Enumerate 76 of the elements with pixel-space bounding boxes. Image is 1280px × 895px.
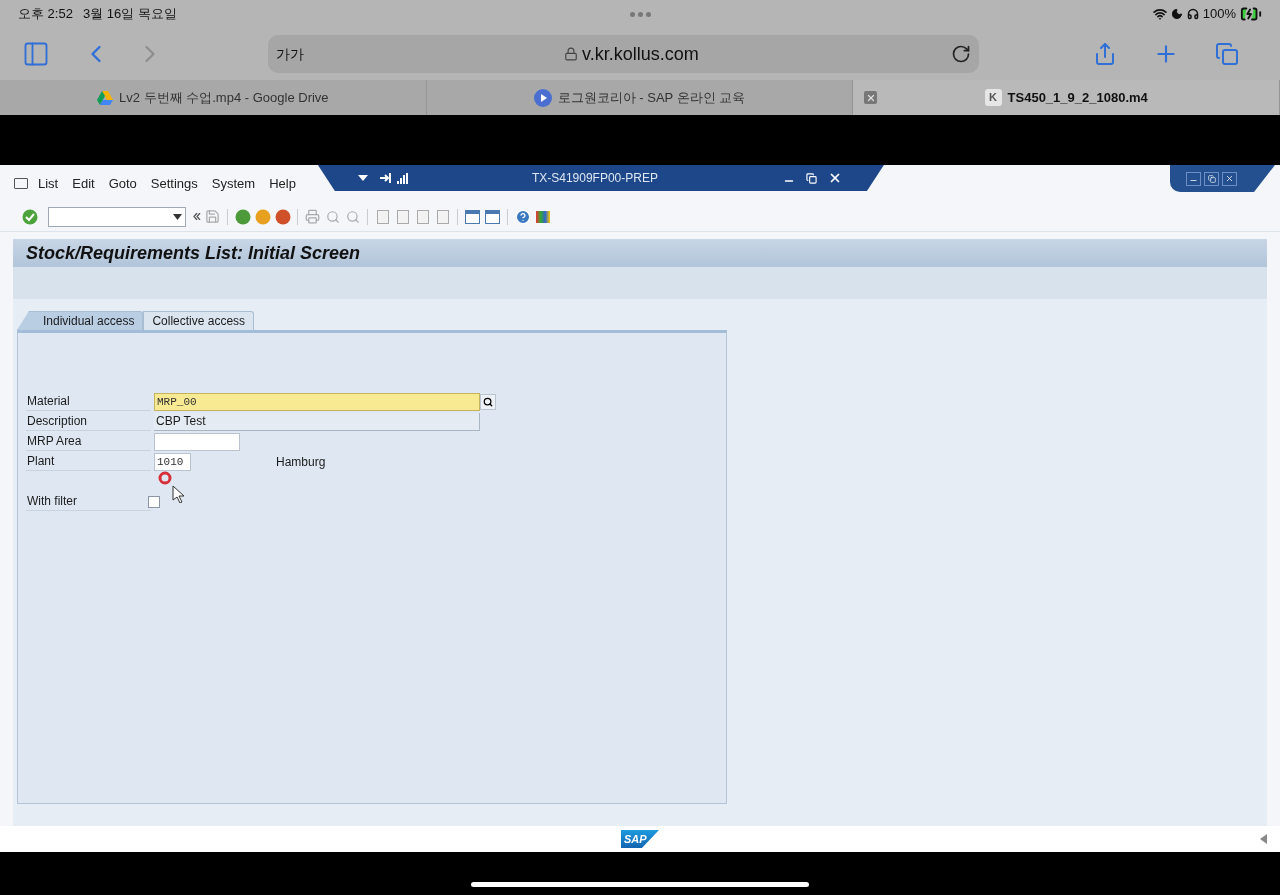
battery-percent: 100%: [1202, 5, 1236, 24]
find-next-icon[interactable]: [344, 208, 361, 225]
tab-title: TS450_1_9_2_1080.m4: [1007, 88, 1148, 107]
command-field[interactable]: [48, 206, 186, 227]
play-circle-icon: [533, 88, 552, 107]
dropdown-caret-icon[interactable]: [173, 213, 182, 220]
screen-tab[interactable]: Individual access: [17, 311, 144, 330]
tab-title: 로그원코리아 - SAP 온라인 교육: [557, 88, 746, 107]
double-chevron-icon[interactable]: [193, 213, 201, 220]
text-input[interactable]: 1010: [154, 452, 191, 471]
sidebar-icon[interactable]: [22, 40, 50, 68]
status-time: 오후 2:52: [18, 5, 73, 24]
menu-item[interactable]: Settings: [150, 173, 198, 194]
screen-tab[interactable]: Collective access: [143, 311, 255, 330]
status-expand-icon[interactable]: [1260, 834, 1267, 844]
restore-icon: [1207, 174, 1216, 183]
cancel-icon[interactable]: [274, 208, 291, 225]
dropdown-caret-icon[interactable]: [357, 175, 368, 181]
help-icon[interactable]: [514, 208, 531, 225]
field-label: Description: [26, 412, 151, 431]
site-letter-icon: K: [984, 89, 1002, 106]
more-dots-icon[interactable]: [629, 11, 651, 17]
headphones-icon: [1186, 8, 1199, 20]
close-button[interactable]: [1222, 171, 1237, 186]
page-icon[interactable]: [394, 208, 411, 225]
enter-icon[interactable]: [21, 208, 38, 225]
tab-title: Lv2 두번째 수업.mp4 - Google Drive: [119, 88, 329, 107]
print-icon[interactable]: [304, 208, 321, 225]
lock-icon: [564, 47, 578, 61]
page-icon[interactable]: [374, 208, 391, 225]
text-size-label[interactable]: 가가: [276, 43, 304, 65]
restore-button[interactable]: [1204, 171, 1219, 186]
description-value: CBP Test: [154, 412, 480, 431]
menu-item[interactable]: Goto: [108, 173, 137, 194]
menu-icon[interactable]: [14, 178, 28, 189]
tabs-icon[interactable]: [1215, 42, 1239, 66]
drive-triangle-icon: [97, 90, 114, 105]
menu-item[interactable]: Help: [269, 173, 296, 194]
url-text: v.kr.kollus.com: [582, 42, 699, 66]
sap-logo: SAP: [621, 830, 659, 848]
field-label: Plant: [26, 452, 151, 471]
wifi-icon: [1152, 7, 1167, 21]
menu-item[interactable]: List: [38, 173, 59, 194]
text-input[interactable]: [154, 432, 240, 451]
monitor-icon[interactable]: [534, 208, 551, 225]
system-title: TX-S41909FP00-PREP: [531, 170, 658, 187]
exit-icon[interactable]: [254, 208, 271, 225]
menu-item[interactable]: System: [211, 173, 256, 194]
field-label: Material: [26, 392, 151, 411]
new-session-icon[interactable]: [464, 208, 481, 225]
close-tab-icon[interactable]: [864, 91, 878, 104]
mouse-pointer-icon: [172, 485, 184, 503]
screen-title: Stock/Requirements List: Initial Screen: [26, 241, 361, 265]
browser-tab[interactable]: K TS450_1_9_2_1080.m4: [853, 80, 1280, 115]
restore-icon[interactable]: [805, 172, 817, 184]
material-input[interactable]: MRP_00: [154, 392, 480, 411]
filter-checkbox[interactable]: [148, 495, 160, 508]
pin-icon[interactable]: [379, 173, 391, 183]
shortcut-icon[interactable]: [484, 208, 501, 225]
status-date: 3월 16일 목요일: [82, 5, 177, 24]
signal-bars-icon: [396, 172, 408, 184]
close-icon: [1225, 174, 1234, 183]
find-icon[interactable]: [324, 208, 341, 225]
plant-name: Hamburg: [276, 453, 326, 471]
reload-icon[interactable]: [951, 44, 971, 64]
address-bar[interactable]: 가가 v.kr.kollus.com: [268, 35, 979, 73]
field-label: MRP Area: [26, 432, 151, 451]
share-icon[interactable]: [1093, 42, 1117, 66]
search-help-icon[interactable]: [480, 393, 496, 410]
moon-icon: [1170, 8, 1183, 20]
page-icon[interactable]: [414, 208, 431, 225]
click-indicator-icon: [158, 471, 172, 485]
minimize-button[interactable]: [1186, 171, 1201, 186]
page-icon[interactable]: [434, 208, 451, 225]
back-icon[interactable]: [234, 208, 251, 225]
menu-item[interactable]: Edit: [72, 173, 95, 194]
